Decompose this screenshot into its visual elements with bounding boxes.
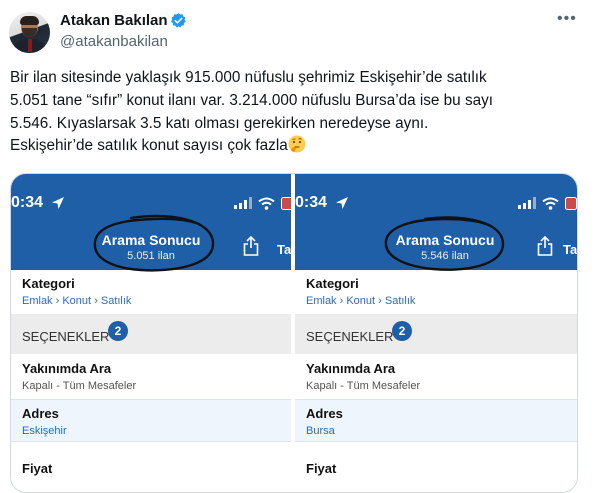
thinking-face-emoji	[288, 135, 306, 153]
status-time: 0:34	[295, 194, 328, 211]
options-count-badge: 2	[108, 321, 128, 341]
price-label[interactable]: Fiyat	[22, 461, 52, 476]
category-path[interactable]: Emlak › Konut › Satılık	[22, 295, 131, 307]
price-label[interactable]: Fiyat	[306, 461, 336, 476]
options-section: SEÇENEKLER 2	[11, 314, 291, 354]
status-time: 0:34	[11, 194, 44, 211]
hand-drawn-circle	[93, 214, 215, 272]
nearby-value[interactable]: Kapalı - Tüm Mesafeler	[22, 380, 136, 392]
options-label: SEÇENEKLER	[306, 329, 394, 344]
header-tab-label[interactable]: Ta	[563, 242, 577, 257]
battery-icon	[281, 197, 291, 210]
nearby-label[interactable]: Yakınımda Ara	[306, 361, 395, 376]
avatar[interactable]	[9, 12, 50, 53]
tweet-line: Eskişehir’de satılık konut sayısı çok fa…	[10, 135, 570, 158]
tweet-media[interactable]: 0:34 Arama Sonucu 5.051 ilan Ta Kategori…	[10, 173, 578, 493]
signal-icon	[234, 197, 252, 209]
location-arrow-icon	[52, 197, 64, 209]
author-name[interactable]: Atakan Bakılan	[60, 12, 168, 29]
screenshot-eskisehir[interactable]: 0:34 Arama Sonucu 5.051 ilan Ta Kategori…	[11, 174, 291, 492]
wifi-icon	[542, 197, 559, 210]
wifi-icon	[258, 197, 275, 210]
address-label[interactable]: Adres	[306, 406, 343, 421]
header-tab-label[interactable]: Ta	[277, 242, 291, 257]
share-icon[interactable]	[537, 236, 553, 256]
more-icon[interactable]: •••	[557, 10, 577, 28]
address-value[interactable]: Bursa	[306, 425, 335, 437]
options-label: SEÇENEKLER	[22, 329, 110, 344]
hand-drawn-circle	[384, 216, 505, 271]
category-label[interactable]: Kategori	[306, 276, 359, 291]
options-count-badge: 2	[392, 321, 412, 341]
category-path[interactable]: Emlak › Konut › Satılık	[306, 295, 415, 307]
location-arrow-icon	[336, 197, 348, 209]
tweet-line: Bir ilan sitesinde yaklaşık 915.000 nüfu…	[10, 69, 487, 86]
address-label[interactable]: Adres	[22, 406, 59, 421]
share-icon[interactable]	[243, 236, 259, 256]
tweet-text: Bir ilan sitesinde yaklaşık 915.000 nüfu…	[10, 67, 570, 158]
signal-icon	[518, 197, 536, 209]
address-value[interactable]: Eskişehir	[22, 425, 67, 437]
tweet-line: 5.546. Kıyaslarsak 3.5 katı olması gerek…	[10, 114, 429, 132]
author-handle[interactable]: @atakanbakilan	[60, 33, 168, 50]
category-label[interactable]: Kategori	[22, 276, 75, 291]
tweet-line: 5.051 tane “sıfır” konut ilanı var. 3.21…	[10, 91, 493, 109]
screenshot-bursa[interactable]: 0:34 Arama Sonucu 5.546 ilan Ta Kategori…	[295, 174, 577, 492]
battery-icon	[565, 197, 577, 210]
nearby-value[interactable]: Kapalı - Tüm Mesafeler	[306, 380, 420, 392]
options-section: SEÇENEKLER 2	[295, 314, 577, 354]
verified-badge-icon	[171, 13, 186, 28]
nearby-label[interactable]: Yakınımda Ara	[22, 361, 111, 376]
